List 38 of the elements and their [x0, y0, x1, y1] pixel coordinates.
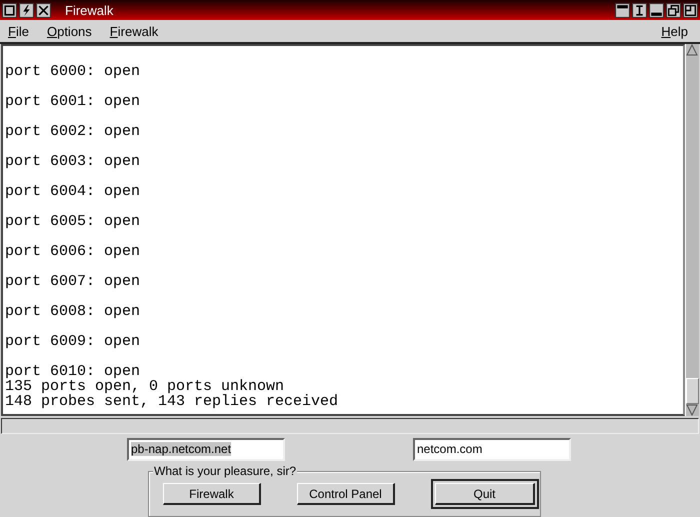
restore-icon[interactable] — [666, 2, 681, 18]
output-line: port 6003: open — [5, 154, 142, 169]
scroll-up-icon[interactable] — [686, 44, 698, 56]
lightning-icon[interactable] — [19, 2, 34, 18]
output-line: port 6010: open — [5, 364, 142, 379]
output-line: port 6009: open — [5, 334, 142, 349]
menu-item[interactable]: Options — [46, 24, 92, 38]
action-button[interactable]: Quit — [435, 483, 535, 505]
field-value: netcom.com — [417, 442, 482, 456]
host-field[interactable]: netcom.com — [413, 438, 571, 461]
minimize-icon[interactable] — [649, 2, 664, 18]
output-line: port 6006: open — [5, 244, 142, 259]
action-button[interactable]: Firewalk — [163, 483, 261, 505]
output-line: 148 probes sent, 143 replies received — [5, 394, 340, 409]
menu-item[interactable]: Help — [661, 24, 688, 38]
maximize-icon[interactable] — [683, 2, 698, 18]
output-line: port 6004: open — [5, 184, 142, 199]
close-icon[interactable] — [36, 2, 51, 18]
scroll-down-icon[interactable] — [686, 404, 698, 416]
window-menu-icon[interactable] — [2, 2, 17, 18]
output-line: port 6005: open — [5, 214, 142, 229]
scroll-thumb[interactable] — [686, 378, 699, 404]
shade-icon[interactable] — [615, 2, 630, 18]
text-cursor-icon[interactable] — [632, 2, 647, 18]
action-button[interactable]: Control Panel — [297, 483, 395, 505]
field-value: pb-nap.netcom.net — [131, 442, 232, 456]
group-legend: What is your pleasure, sir? — [153, 464, 298, 478]
window-title: Firewalk — [65, 2, 114, 18]
output-line: port 6008: open — [5, 304, 142, 319]
output-line: 135 ports open, 0 ports unknown — [5, 379, 284, 394]
menu-item[interactable]: Firewalk — [110, 24, 158, 38]
host-field[interactable]: pb-nap.netcom.net — [127, 438, 285, 461]
output-line: port 6007: open — [5, 274, 142, 289]
output-line: port 6000: open — [5, 64, 142, 79]
scrollbar[interactable] — [685, 44, 699, 416]
output-line: port 6002: open — [5, 124, 142, 139]
output-line: port 6001: open — [5, 94, 142, 109]
menu-item[interactable]: File — [8, 24, 29, 38]
